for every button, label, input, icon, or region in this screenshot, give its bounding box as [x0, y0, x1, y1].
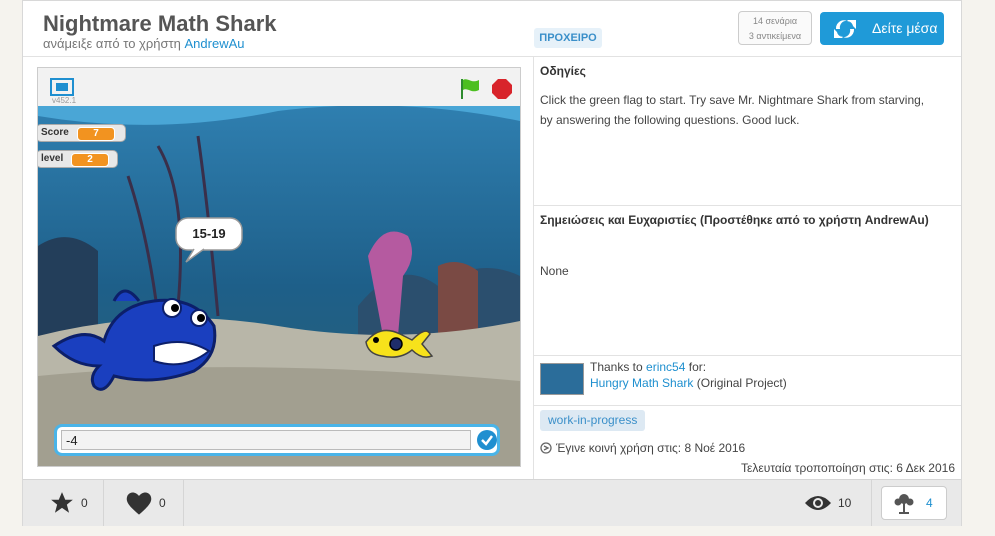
remix-tree-button[interactable]: 4	[881, 486, 947, 520]
remix-prefix: ανάμειξε από το χρήστη	[43, 36, 181, 51]
loves-count: 0	[159, 496, 166, 510]
remix-arrows-icon	[834, 20, 856, 38]
thanks-user-link[interactable]: erinc54	[646, 360, 685, 374]
draft-badge: ΠΡΟΧΕΙΡΟ	[534, 28, 602, 48]
credits-original: Hungry Math Shark (Original Project)	[590, 375, 990, 391]
see-inside-button[interactable]: Δείτε μέσα	[820, 12, 944, 45]
shark-sprite[interactable]	[44, 266, 224, 396]
tag-work-in-progress[interactable]: work-in-progress	[540, 410, 646, 431]
project-player: v452.1 Score 7 level 2 15-19 -4	[37, 67, 521, 467]
instructions-section: Οδηγίες Click the green flag to start. T…	[534, 56, 961, 206]
favorite-button[interactable]: 0	[23, 480, 104, 526]
instructions-heading: Οδηγίες	[540, 64, 586, 78]
project-stats-bar: 0 0 10 4	[23, 479, 961, 526]
see-inside-label: Δείτε μέσα	[872, 20, 938, 36]
shared-date: Έγινε κοινή χρήση στις: 8 Νοέ 2016	[556, 441, 746, 455]
ask-answer-box: -4	[54, 424, 500, 456]
heart-icon	[126, 492, 152, 515]
footer-divider	[871, 480, 872, 526]
score-value: 7	[77, 127, 115, 141]
speech-bubble	[175, 217, 243, 263]
project-counts: 14 σενάρια 3 αντικείμενα	[738, 11, 812, 45]
level-monitor: level 2	[38, 150, 118, 168]
remix-tree-icon	[894, 494, 914, 514]
credits-thanks: Thanks to erinc54 for:	[590, 359, 990, 375]
project-byline: ανάμειξε από το χρήστη AndrewAu	[43, 36, 245, 51]
notes-heading: Σημειώσεις και Ευχαριστίες (Προστέθηκε α…	[540, 213, 929, 227]
credits-section: Thanks to erinc54 for: Hungry Math Shark…	[534, 356, 961, 406]
score-monitor: Score 7	[38, 124, 126, 142]
star-icon	[51, 492, 73, 513]
eye-icon	[805, 496, 831, 510]
scripts-count: 14 σενάρια	[752, 16, 798, 26]
project-title: Nightmare Math Shark	[43, 11, 277, 36]
notes-text: None	[540, 264, 569, 278]
answer-input[interactable]: -4	[61, 430, 471, 450]
favorites-count: 0	[81, 496, 88, 510]
speech-text: 15-19	[192, 226, 226, 241]
version-label: v452.1	[52, 96, 77, 105]
stage[interactable]: Score 7 level 2 15-19 -4	[38, 106, 520, 466]
original-project-thumbnail[interactable]	[540, 363, 584, 395]
project-header: Nightmare Math Shark ανάμειξε από το χρή…	[23, 1, 961, 57]
submit-answer-button[interactable]	[477, 430, 497, 450]
author-link[interactable]: AndrewAu	[185, 36, 245, 51]
stop-icon[interactable]	[491, 78, 513, 100]
fish-sprite[interactable]	[360, 314, 436, 374]
views-count: 10	[838, 496, 852, 510]
score-label: Score	[41, 127, 69, 138]
checkmark-icon	[481, 435, 493, 446]
instructions-text: Click the green flag to start. Try save …	[540, 93, 925, 127]
thanks-prefix: Thanks to	[590, 360, 643, 374]
tags-dates-section: work-in-progress Έγινε κοινή χρήση στις:…	[534, 406, 961, 479]
notes-section: Σημειώσεις και Ευχαριστίες (Προστέθηκε α…	[534, 206, 961, 356]
level-value: 2	[71, 153, 109, 167]
player-toolbar: v452.1	[38, 68, 520, 107]
share-icon	[540, 442, 552, 454]
fullscreen-icon[interactable]	[50, 78, 74, 96]
modified-date: Τελευταία τροποποίηση στις: 6 Δεκ 2016	[741, 461, 955, 475]
original-project-link[interactable]: Hungry Math Shark	[590, 376, 693, 390]
project-page: Nightmare Math Shark ανάμειξε από το χρή…	[22, 0, 962, 526]
level-label: level	[41, 153, 64, 164]
love-button[interactable]: 0	[103, 480, 184, 526]
thanks-suffix: for:	[688, 360, 707, 374]
sprites-count: 3 αντικείμενα	[748, 31, 802, 41]
remixes-count: 4	[926, 496, 933, 510]
original-suffix: (Original Project)	[696, 376, 787, 390]
green-flag-icon[interactable]	[458, 77, 482, 101]
